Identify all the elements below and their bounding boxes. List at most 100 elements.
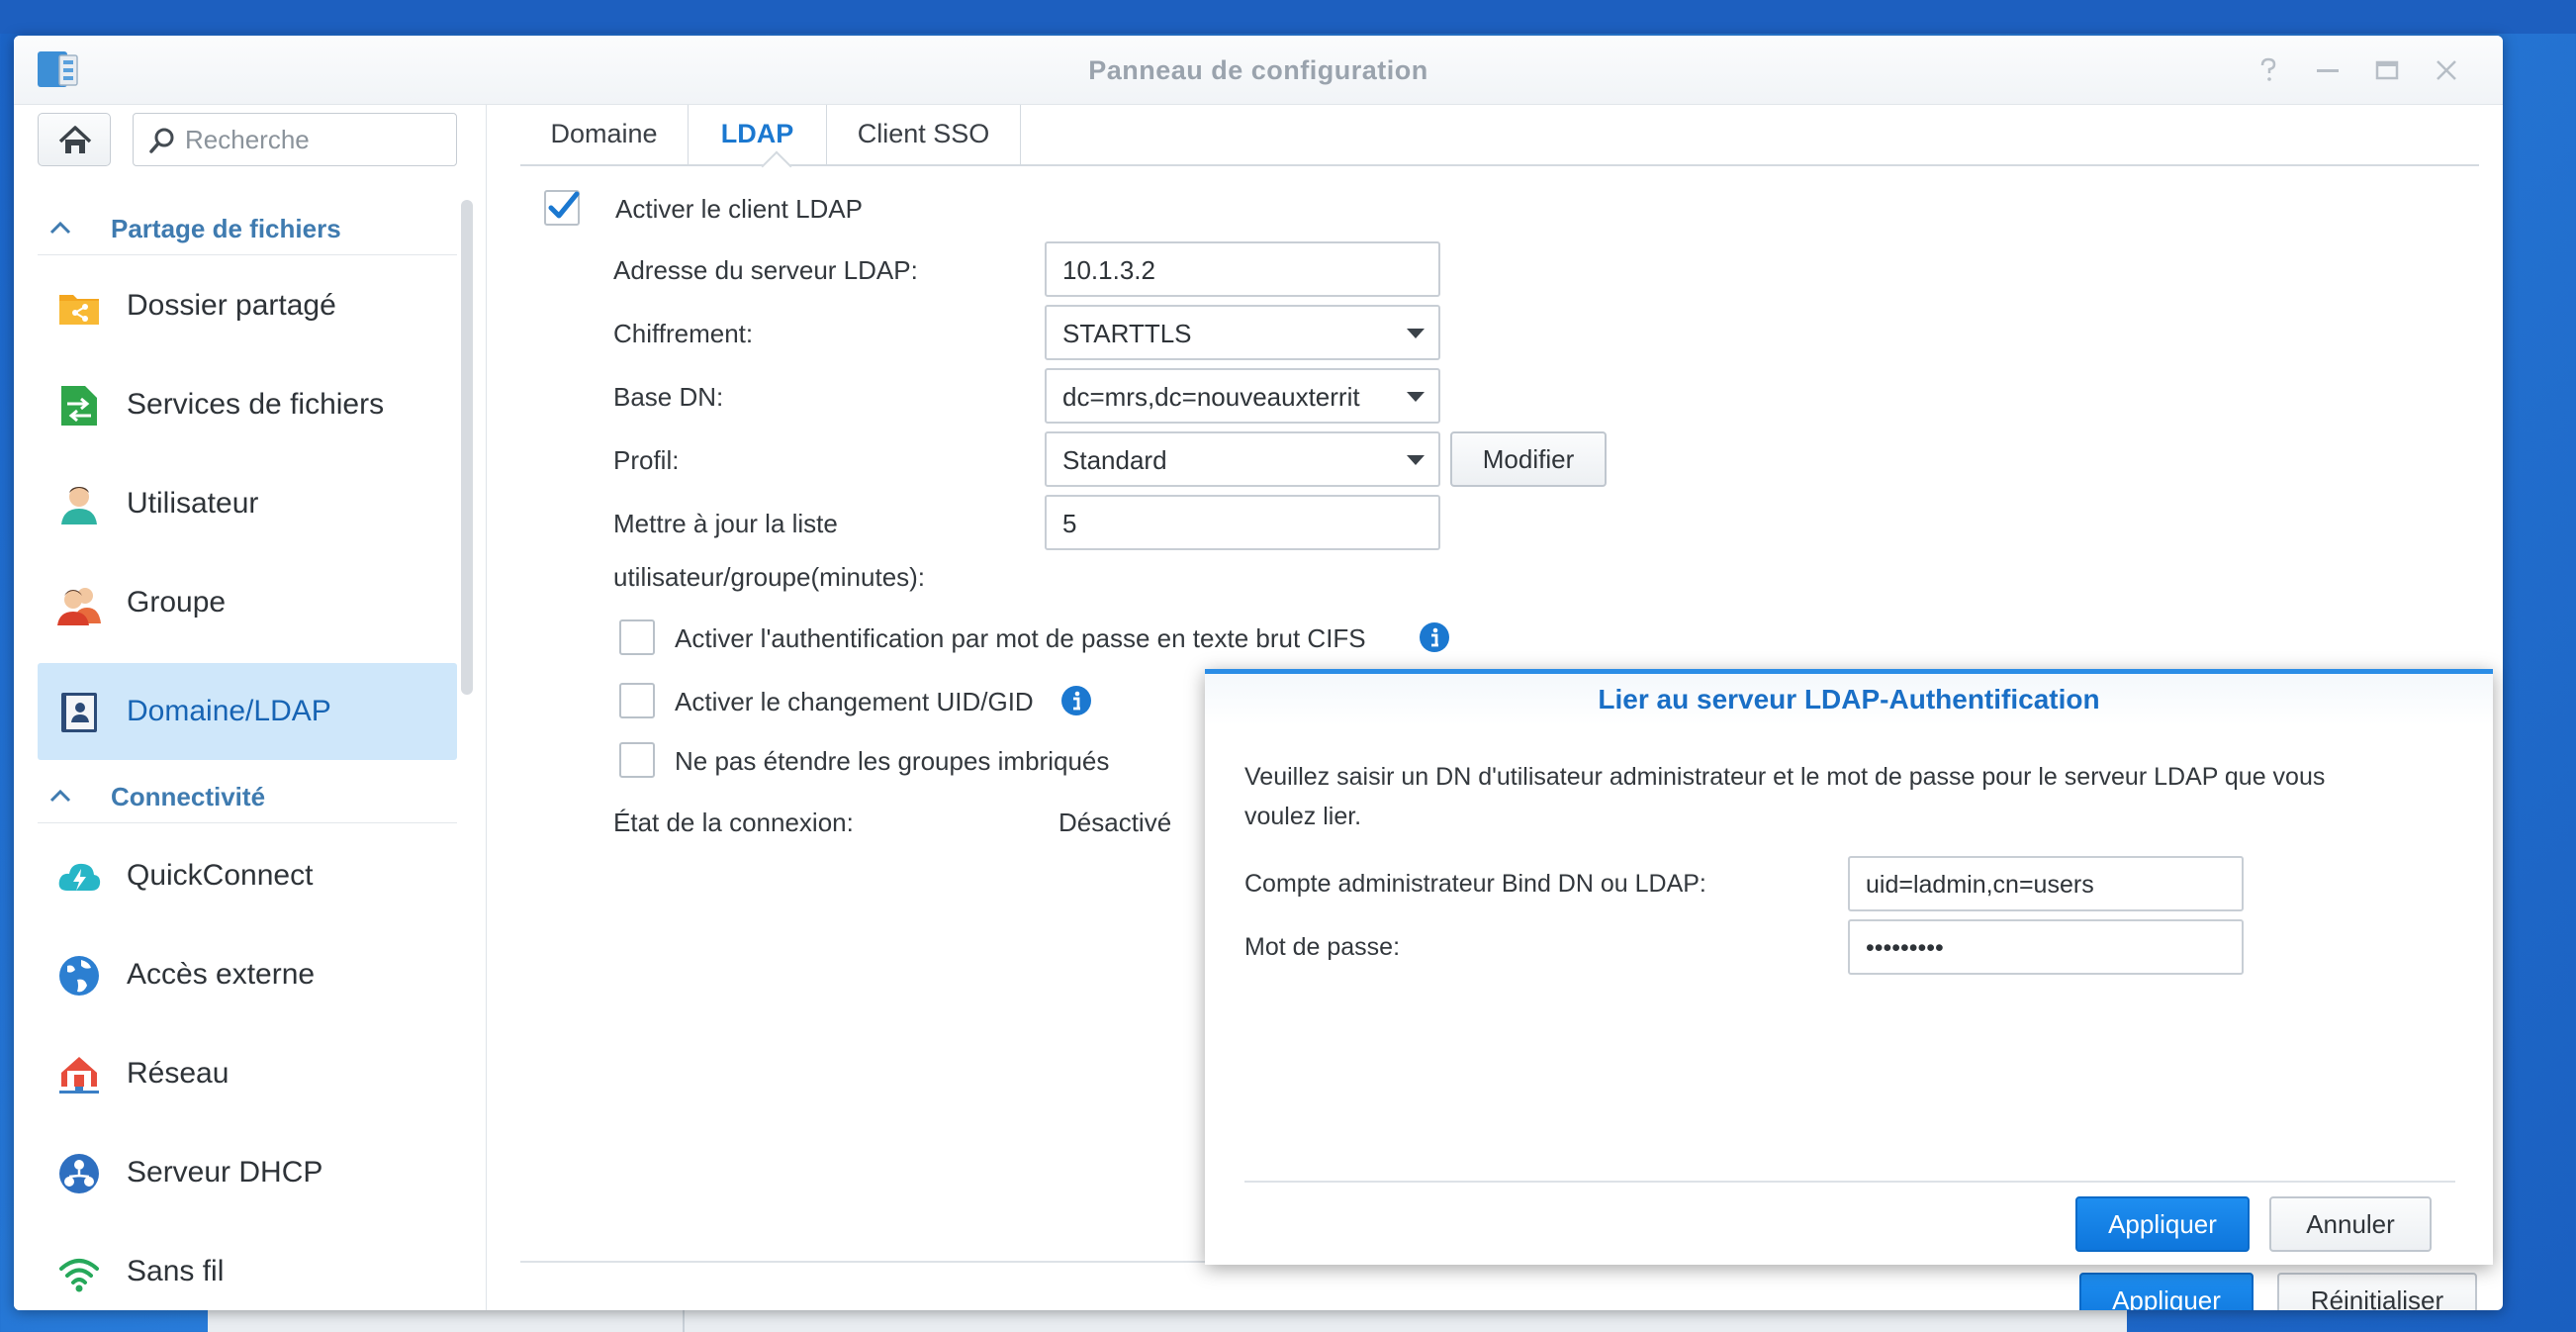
base-dn-value: dc=mrs,dc=nouveauxterrit <box>1062 382 1360 412</box>
encryption-label: Chiffrement: <box>613 319 754 348</box>
search-icon <box>149 128 174 153</box>
quickconnect-icon <box>58 863 101 891</box>
uid-gid-label: Activer le changement UID/GID <box>675 687 1034 716</box>
chevron-up-icon <box>49 221 71 235</box>
dialog-header[interactable]: Lier au serveur LDAP-Authentification <box>1205 674 2493 725</box>
section-connectivity[interactable]: Connectivité <box>38 770 457 823</box>
nested-groups-checkbox[interactable] <box>619 742 655 778</box>
home-icon <box>58 126 92 153</box>
maximize-button[interactable] <box>2370 53 2404 87</box>
sidebar: Partage de fichiers Dossier partagé Serv… <box>14 105 487 1310</box>
server-address-input[interactable]: 10.1.3.2 <box>1045 241 1440 297</box>
encryption-value: STARTTLS <box>1062 319 1192 348</box>
bind-dn-value: uid=ladmin,cn=users <box>1866 871 2094 899</box>
profile-value: Standard <box>1062 445 1167 475</box>
sidebar-item-label: QuickConnect <box>127 859 314 892</box>
sidebar-item-label: Services de fichiers <box>127 388 385 421</box>
connection-status-value: Désactivé <box>1058 808 1172 837</box>
section-label: Partage de fichiers <box>111 214 341 243</box>
sidebar-item-label: Utilisateur <box>127 487 259 520</box>
apply-button[interactable]: Appliquer <box>2079 1273 2254 1310</box>
sidebar-item-network[interactable]: Réseau <box>38 1025 457 1122</box>
sidebar-item-label: Sans fil <box>127 1255 225 1287</box>
search-box[interactable] <box>133 113 457 166</box>
dialog-apply-button[interactable]: Appliquer <box>2075 1196 2250 1252</box>
password-input[interactable]: ••••••••• <box>1848 919 2244 975</box>
profile-select[interactable]: Standard <box>1045 431 1440 487</box>
profile-label: Profil: <box>613 445 680 475</box>
cifs-plaintext-label: Activer l'authentification par mot de pa… <box>675 623 1366 653</box>
group-icon <box>57 588 101 625</box>
maximize-icon <box>2375 60 2399 80</box>
nested-groups-label: Ne pas étendre les groupes imbriqués <box>675 746 1110 776</box>
sidebar-item-label: Serveur DHCP <box>127 1156 323 1189</box>
chevron-down-icon <box>1407 392 1425 402</box>
server-address-value: 10.1.3.2 <box>1062 255 1155 285</box>
sidebar-item-quickconnect[interactable]: QuickConnect <box>38 827 457 924</box>
info-icon[interactable] <box>1060 685 1092 716</box>
info-icon[interactable] <box>1419 621 1450 653</box>
tab-client-sso[interactable]: Client SSO <box>827 105 1021 164</box>
base-dn-combobox[interactable]: dc=mrs,dc=nouveauxterrit <box>1045 368 1440 424</box>
minimize-button[interactable] <box>2311 53 2345 87</box>
user-icon <box>61 487 97 524</box>
update-interval-label-line2: utilisateur/groupe(minutes): <box>613 562 926 592</box>
update-interval-input[interactable]: 5 <box>1045 495 1440 550</box>
dialog-footer-divider <box>1244 1181 2455 1183</box>
cifs-plaintext-checkbox[interactable] <box>619 619 655 655</box>
reset-button[interactable]: Réinitialiser <box>2277 1273 2477 1310</box>
sidebar-item-domain-ldap[interactable]: Domaine/LDAP <box>38 663 457 760</box>
sidebar-item-shared-folder[interactable]: Dossier partagé <box>38 257 457 354</box>
enable-ldap-checkbox[interactable] <box>544 190 580 226</box>
wireless-icon <box>59 1259 99 1292</box>
sidebar-item-file-services[interactable]: Services de fichiers <box>38 356 457 453</box>
file-services-icon <box>61 386 97 426</box>
dialog-title: Lier au serveur LDAP-Authentification <box>1598 684 2100 714</box>
home-button[interactable] <box>38 113 111 166</box>
dhcp-server-icon <box>59 1154 99 1193</box>
close-icon <box>2437 60 2456 80</box>
chevron-down-icon <box>1407 329 1425 338</box>
section-label: Connectivité <box>111 782 266 811</box>
tab-bar: Domaine LDAP Client SSO <box>520 105 2479 182</box>
uid-gid-checkbox[interactable] <box>619 683 655 718</box>
taskbar-separator <box>683 1307 685 1332</box>
server-address-label: Adresse du serveur LDAP: <box>613 255 918 285</box>
sidebar-item-dhcp-server[interactable]: Serveur DHCP <box>38 1124 457 1221</box>
chevron-up-icon <box>49 789 71 803</box>
connection-status-label: État de la connexion: <box>613 808 854 837</box>
enable-ldap-label: Activer le client LDAP <box>615 194 863 224</box>
sidebar-item-external-access[interactable]: Accès externe <box>38 926 457 1023</box>
title-bar[interactable]: Panneau de configuration <box>14 36 2503 105</box>
password-label: Mot de passe: <box>1244 933 1401 961</box>
close-button[interactable] <box>2430 53 2463 87</box>
update-interval-label-line1: Mettre à jour la liste <box>613 509 838 538</box>
domain-ldap-icon <box>61 693 97 732</box>
sidebar-item-label: Dossier partagé <box>127 289 336 322</box>
bind-dn-input[interactable]: uid=ladmin,cn=users <box>1848 856 2244 911</box>
section-file-sharing[interactable]: Partage de fichiers <box>38 202 457 255</box>
bind-dn-label: Compte administrateur Bind DN ou LDAP: <box>1244 870 1706 898</box>
ldap-bind-dialog: Lier au serveur LDAP-Authentification Ve… <box>1205 669 2493 1265</box>
network-icon <box>59 1057 99 1094</box>
sidebar-item-wireless[interactable]: Sans fil <box>38 1223 457 1310</box>
help-button[interactable] <box>2252 53 2285 87</box>
encryption-select[interactable]: STARTTLS <box>1045 305 1440 360</box>
sidebar-item-label: Accès externe <box>127 958 316 991</box>
minimize-icon <box>2317 69 2339 72</box>
tab-ldap[interactable]: LDAP <box>689 105 827 164</box>
base-dn-label: Base DN: <box>613 382 724 412</box>
modify-profile-button[interactable]: Modifier <box>1450 431 1607 487</box>
tab-domain[interactable]: Domaine <box>520 105 689 164</box>
sidebar-item-group[interactable]: Groupe <box>38 554 457 651</box>
search-input[interactable] <box>185 122 442 157</box>
sidebar-item-label: Groupe <box>127 586 227 618</box>
dialog-cancel-button[interactable]: Annuler <box>2269 1196 2432 1252</box>
sidebar-item-label: Réseau <box>127 1057 230 1090</box>
sidebar-scrollbar[interactable] <box>461 200 473 695</box>
window-title: Panneau de configuration <box>1088 55 1428 85</box>
password-value: ••••••••• <box>1866 934 1944 962</box>
dialog-description-line2: voulez lier. <box>1244 803 1362 830</box>
help-icon <box>2260 57 2276 81</box>
sidebar-item-user[interactable]: Utilisateur <box>38 455 457 552</box>
